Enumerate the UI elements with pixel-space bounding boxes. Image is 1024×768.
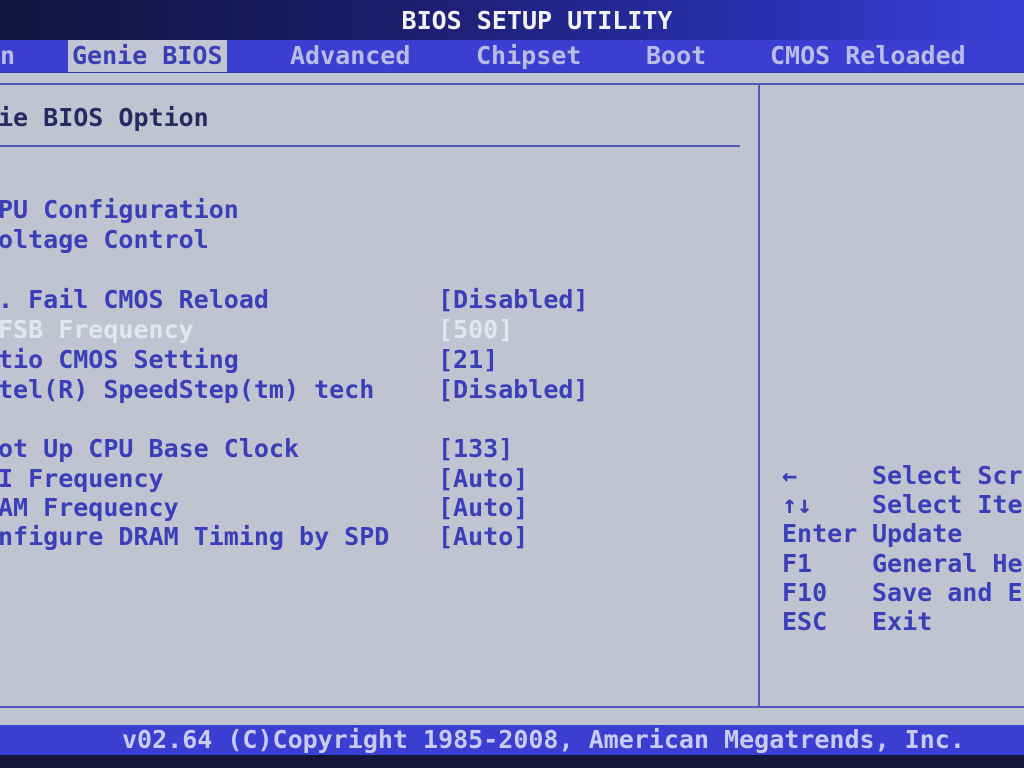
up-down-arrow-icon: ↑↓: [782, 490, 813, 519]
help-key-esc: ESC: [782, 607, 828, 636]
tab-cmos-reloaded[interactable]: CMOS Reloaded: [770, 40, 966, 72]
title-divider: [0, 145, 740, 147]
option-pci-frequency[interactable]: I Frequency: [0, 464, 164, 493]
footer-bar: v02.64 (C)Copyright 1985-2008, American …: [0, 725, 1024, 755]
option-speedstep[interactable]: tel(R) SpeedStep(tm) tech: [0, 375, 374, 404]
tab-boot[interactable]: Boot: [646, 40, 706, 72]
help-save-and-exit: Save and E: [872, 578, 1023, 607]
page-title: ie BIOS Option: [0, 103, 209, 132]
tab-genie-bios[interactable]: Genie BIOS: [68, 40, 227, 72]
menu-bar: n Genie BIOS Advanced Chipset Boot CMOS …: [0, 40, 1024, 73]
title-bar: BIOS SETUP UTILITY: [0, 0, 1024, 40]
help-update: Update: [872, 519, 963, 548]
tab-chipset[interactable]: Chipset: [476, 40, 581, 72]
value-boot-up-cpu-base-clock[interactable]: [133]: [438, 434, 513, 463]
help-select-screen: Select Scr: [872, 461, 1023, 490]
main-panel: ie BIOS Option PU Configuration oltage C…: [0, 73, 1024, 725]
value-speedstep[interactable]: [Disabled]: [438, 375, 589, 404]
tab-advanced[interactable]: Advanced: [290, 40, 410, 72]
screen-bottom-edge: [0, 755, 1024, 768]
value-dram-frequency[interactable]: [Auto]: [438, 493, 528, 522]
value-fsb-frequency[interactable]: [500]: [438, 315, 513, 344]
help-select-item: Select Ite: [872, 490, 1023, 519]
submenu-voltage-control[interactable]: oltage Control: [0, 225, 209, 254]
help-divider: [758, 83, 760, 708]
value-oc-fail-cmos-reload[interactable]: [Disabled]: [438, 285, 589, 314]
copyright-text: v02.64 (C)Copyright 1985-2008, American …: [122, 725, 965, 754]
value-ratio-cmos-setting[interactable]: [21]: [438, 345, 498, 374]
option-ratio-cmos-setting[interactable]: tio CMOS Setting: [0, 345, 239, 374]
help-key-enter: Enter: [782, 519, 858, 548]
value-pci-frequency[interactable]: [Auto]: [438, 464, 528, 493]
value-configure-dram-timing[interactable]: [Auto]: [438, 522, 528, 551]
help-general-help: General He: [872, 549, 1023, 578]
option-oc-fail-cmos-reload[interactable]: . Fail CMOS Reload: [0, 285, 269, 314]
help-key-f10: F10: [782, 578, 828, 607]
option-configure-dram-timing[interactable]: nfigure DRAM Timing by SPD: [0, 522, 389, 551]
tab-main[interactable]: n: [0, 40, 15, 72]
window-title: BIOS SETUP UTILITY: [401, 6, 673, 35]
help-key-f1: F1: [782, 549, 813, 578]
option-fsb-frequency[interactable]: FSB Frequency: [0, 315, 194, 344]
option-boot-up-cpu-base-clock[interactable]: ot Up CPU Base Clock: [0, 434, 299, 463]
submenu-cpu-configuration[interactable]: PU Configuration: [0, 195, 239, 224]
help-exit: Exit: [872, 607, 933, 636]
left-arrow-icon: ←: [782, 461, 798, 490]
option-dram-frequency[interactable]: AM Frequency: [0, 493, 179, 522]
